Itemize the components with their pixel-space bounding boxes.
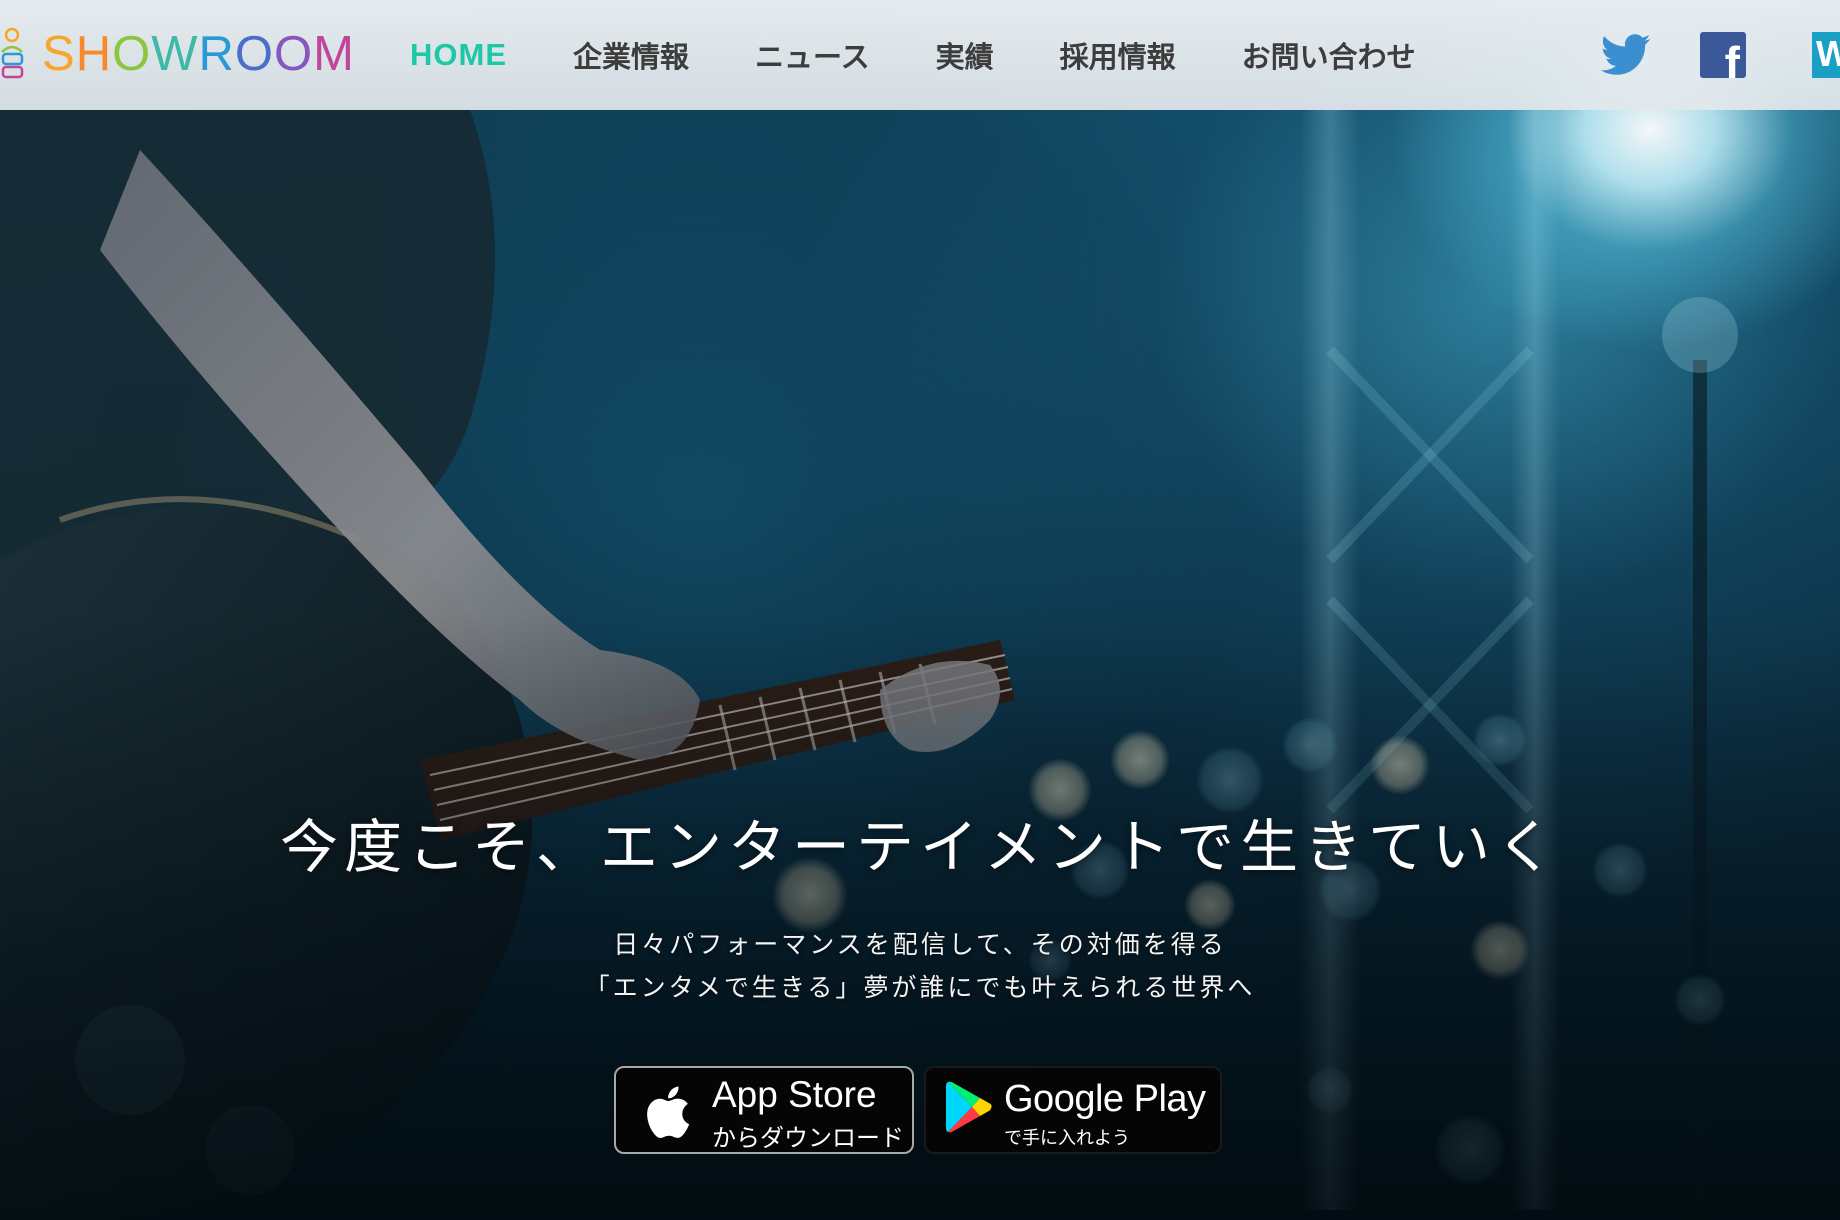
app-store-subtitle: からダウンロード <box>712 1124 904 1152</box>
twitter-bird-icon <box>1600 34 1651 75</box>
page: SHOWROOM HOME 企業情報 ニュース 実績 採用情報 お問い合わせ f W 今度… <box>0 0 1840 1220</box>
google-play-button[interactable]: Google Play で手に入れよう <box>924 1066 1222 1154</box>
nav-item-5[interactable]: お問い合わせ <box>1242 34 1416 76</box>
facebook-f-icon: f <box>1700 32 1746 78</box>
logo-letter: H <box>75 26 113 81</box>
nav-item-1[interactable]: 企業情報 <box>573 34 689 76</box>
logo-letter: O <box>234 26 274 81</box>
twitter-link[interactable] <box>1598 30 1654 80</box>
showroom-logo[interactable]: SHOWROOM <box>0 24 355 84</box>
nav-item-0[interactable]: HOME <box>410 37 507 73</box>
main-nav: HOME 企業情報 ニュース 実績 採用情報 お問い合わせ <box>410 0 1482 110</box>
w-icon: W <box>1812 32 1840 78</box>
showroom-mascot-icon <box>1 27 24 79</box>
w-link[interactable]: W <box>1794 30 1840 80</box>
google-play-icon <box>946 1081 992 1133</box>
facebook-f-letter: f <box>1724 37 1740 78</box>
hero-shade <box>0 0 1840 1220</box>
logo-letter: S <box>42 26 76 81</box>
showroom-wordmark: SHOWROOM <box>42 26 355 81</box>
google-play-title: Google Play <box>1004 1078 1206 1120</box>
w-letter: W <box>1816 33 1840 74</box>
nav-item-3[interactable]: 実績 <box>936 34 994 76</box>
facebook-link[interactable]: f <box>1700 30 1746 80</box>
logo-letter: R <box>198 26 235 81</box>
logo-letter: W <box>151 26 199 81</box>
apple-logo-icon <box>647 1086 690 1138</box>
app-store-title: App Store <box>712 1074 877 1115</box>
hero-headline: 今度こそ、エンターテイメントで生きていく <box>279 813 1560 881</box>
app-store-button[interactable]: App Store からダウンロード <box>614 1066 914 1154</box>
site-header: SHOWROOM HOME 企業情報 ニュース 実績 採用情報 お問い合わせ f W <box>0 0 1840 110</box>
logo-letter: O <box>273 26 314 81</box>
nav-item-4[interactable]: 採用情報 <box>1060 34 1176 76</box>
logo-letter: O <box>112 26 152 81</box>
hero-subline-2: 「エンタメで生きる」夢が誰にでも叶えられる世界へ <box>584 973 1256 1002</box>
nav-item-2[interactable]: ニュース <box>755 34 870 76</box>
google-play-subtitle: で手に入れよう <box>1004 1128 1130 1149</box>
logo-letter: M <box>313 26 355 81</box>
hero-subline-1: 日々パフォーマンスを配信して、その対価を得る <box>613 930 1227 959</box>
